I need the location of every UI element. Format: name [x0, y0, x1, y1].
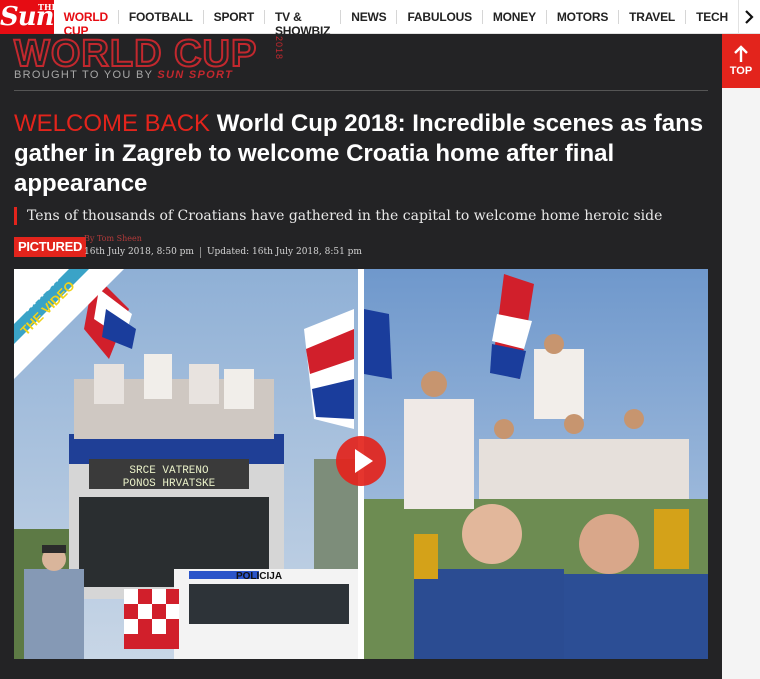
- back-to-top-label: TOP: [729, 65, 753, 77]
- date-separator: [199, 247, 201, 258]
- nav-next-button[interactable]: [737, 0, 760, 34]
- sun-logo[interactable]: THE Sun: [0, 0, 58, 34]
- nav-item-money[interactable]: MONEY: [483, 9, 547, 24]
- bus-sign-line2: PONOS HRVATSKE: [123, 478, 216, 490]
- nav-item-tech[interactable]: TECH: [686, 10, 738, 24]
- world-cup-subtitle: BROUGHT TO YOU BY SUN SPORT: [14, 69, 233, 81]
- right-gutter: [722, 34, 760, 679]
- bus-sign-line1: SRCE VATRENO: [129, 465, 209, 477]
- back-to-top-button[interactable]: TOP: [722, 34, 760, 88]
- watch-video-badge[interactable]: WATCH THE VIDEO: [14, 269, 124, 379]
- top-nav: THE Sun WORLD CUP FOOTBALL SPORT TV & SHOWB…: [0, 0, 760, 38]
- world-cup-banner[interactable]: WORLD CUP BROUGHT TO YOU BY SUN SPORT 20…: [13, 33, 292, 86]
- world-cup-title: WORLD CUP: [13, 33, 258, 75]
- police-text: POLICIJA: [236, 571, 282, 582]
- nav-item-sport[interactable]: SPORT: [204, 9, 265, 24]
- published-date: 16th July 2018, 8:50 pm: [84, 247, 194, 257]
- play-icon[interactable]: [335, 435, 387, 487]
- author-byline[interactable]: By Tom Sheen: [84, 234, 142, 243]
- nav-item-motors[interactable]: MOTORS: [547, 9, 620, 24]
- pictured-badge: PICTURED: [14, 237, 87, 257]
- world-cup-year: 2018: [274, 36, 284, 61]
- article-headline: WELCOME BACK World Cup 2018: Incredible …: [14, 109, 714, 199]
- nav-items: WORLD CUP FOOTBALL SPORT TV & SHOWBIZ NEWS FA…: [54, 0, 738, 38]
- chevron-right-icon: [745, 9, 755, 24]
- headline-kicker: WELCOME BACK: [14, 110, 211, 137]
- nav-item-tv-showbiz[interactable]: TV & SHOWBIZ: [265, 9, 342, 38]
- subtitle-prefix: BROUGHT TO YOU BY: [14, 69, 158, 81]
- nav-item-news[interactable]: NEWS: [341, 9, 398, 24]
- video-player[interactable]: SRCE VATRENO PONOS HRVATSKE POLICIJA WAT…: [14, 269, 708, 659]
- article-panel: WORLD CUP BROUGHT TO YOU BY SUN SPORT 20…: [0, 33, 722, 679]
- nav-item-fabulous[interactable]: FABULOUS: [397, 9, 483, 24]
- banner-divider: [14, 90, 708, 91]
- updated-date: Updated: 16th July 2018, 8:51 pm: [206, 247, 362, 257]
- article-standfirst: Tens of thousands of Croatians have gath…: [14, 207, 714, 225]
- arrow-up-icon: [734, 45, 748, 62]
- logo-the: THE: [38, 1, 58, 12]
- article-dates: 16th July 2018, 8:50 pm Updated: 16th Ju…: [84, 247, 362, 258]
- subtitle-brand: SUN SPORT: [157, 69, 234, 81]
- nav-item-travel[interactable]: TRAVEL: [619, 9, 687, 24]
- nav-item-football[interactable]: FOOTBALL: [119, 9, 204, 24]
- nav-item-world-cup[interactable]: WORLD CUP: [54, 9, 119, 38]
